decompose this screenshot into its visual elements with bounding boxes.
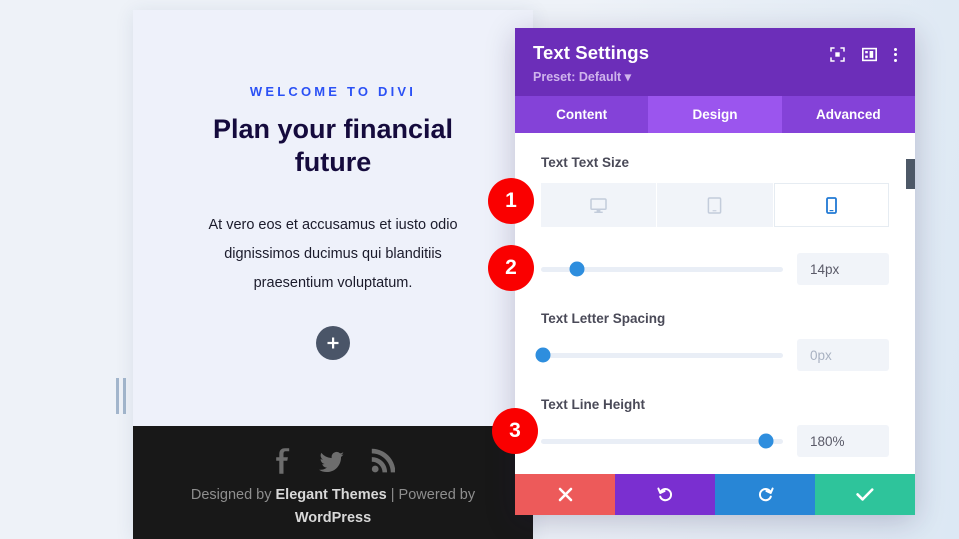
letter-spacing-slider-thumb[interactable] — [535, 347, 551, 363]
resize-handle[interactable] — [114, 378, 128, 414]
fullscreen-icon[interactable] — [830, 47, 845, 62]
line-height-slider[interactable] — [541, 433, 783, 449]
twitter-icon[interactable] — [319, 448, 345, 474]
hero-headline: Plan your financial future — [212, 114, 454, 177]
rss-icon[interactable] — [371, 448, 396, 474]
preset-label: Preset: Default — [533, 70, 622, 84]
annotation-badge-2: 2 — [488, 245, 534, 291]
modal-header: Text Settings Preset: Default ▾ — [515, 28, 915, 96]
letter-spacing-value-input[interactable]: 0px — [797, 339, 889, 371]
annotation-badge-1: 1 — [488, 178, 534, 224]
kebab-menu-icon[interactable] — [894, 47, 897, 62]
modal-action-bar — [515, 474, 915, 515]
device-phone-button[interactable] — [773, 183, 889, 227]
preset-selector[interactable]: Preset: Default ▾ — [533, 69, 649, 84]
facebook-icon[interactable] — [271, 448, 293, 474]
field-text-size-slider-row: 14px — [541, 253, 889, 285]
undo-icon — [656, 487, 672, 502]
cross-icon — [558, 487, 572, 502]
credit-brand-elegant-themes[interactable]: Elegant Themes — [276, 487, 387, 503]
line-height-slider-thumb[interactable] — [758, 433, 774, 449]
chevron-down-icon: ▾ — [624, 70, 631, 84]
add-module-button[interactable] — [316, 325, 350, 360]
page-preview-card: WELCOME TO DIVI Plan your financial futu… — [133, 10, 533, 539]
text-size-value-input[interactable]: 14px — [797, 253, 889, 285]
tab-advanced[interactable]: Advanced — [781, 96, 915, 133]
modal-tab-bar: Content Design Advanced — [515, 96, 915, 133]
redo-icon — [758, 487, 774, 502]
handle-bar-right — [123, 378, 126, 414]
panel-scrollbar-thumb[interactable] — [906, 159, 915, 189]
credit-middle: | Powered by — [386, 487, 476, 503]
tab-design[interactable]: Design — [648, 96, 782, 133]
modal-header-actions — [830, 42, 897, 62]
field-letter-spacing: Text Letter Spacing 0px — [535, 311, 889, 371]
field-label-text-size: Text Text Size — [541, 155, 630, 170]
plus-icon — [327, 337, 339, 349]
desktop-icon — [590, 197, 607, 213]
letter-spacing-slider[interactable] — [535, 347, 783, 363]
credit-brand-wordpress[interactable]: WordPress — [295, 510, 371, 526]
text-size-slider-thumb[interactable] — [569, 261, 585, 277]
tab-content[interactable]: Content — [515, 96, 649, 133]
field-line-height: Text Line Height 180% — [541, 397, 889, 457]
text-size-slider[interactable] — [541, 261, 783, 277]
device-tablet-button[interactable] — [657, 183, 773, 227]
field-label-line-height: Text Line Height — [541, 397, 646, 412]
letter-spacing-slider-row: 0px — [535, 339, 889, 371]
field-text-size: Text Text Size — [541, 155, 889, 227]
handle-bar-left — [116, 378, 119, 414]
line-height-slider-row: 180% — [541, 425, 889, 457]
redo-button[interactable] — [715, 474, 815, 515]
social-links — [133, 448, 533, 474]
hero-eyebrow: WELCOME TO DIVI — [249, 84, 417, 99]
modal-title: Text Settings — [533, 42, 650, 63]
layout-panel-icon[interactable] — [862, 47, 877, 62]
tablet-icon — [708, 196, 722, 214]
check-icon — [856, 488, 874, 501]
field-label-letter-spacing: Text Letter Spacing — [541, 311, 666, 326]
cancel-button[interactable] — [515, 474, 615, 515]
design-settings-panel: Text Text Size 14px Text Letter Spacing … — [515, 133, 915, 474]
undo-button[interactable] — [615, 474, 715, 515]
device-breakpoint-toggle — [541, 183, 889, 227]
hero-section: WELCOME TO DIVI Plan your financial futu… — [133, 10, 533, 426]
phone-icon — [825, 196, 837, 214]
footer-credit: Designed by Elegant Themes | Powered by … — [133, 484, 533, 531]
credit-prefix: Designed by — [190, 487, 276, 503]
text-size-slider-row: 14px — [541, 253, 889, 285]
save-button[interactable] — [815, 474, 915, 515]
modal-header-text: Text Settings Preset: Default ▾ — [533, 42, 649, 84]
annotation-badge-3: 3 — [492, 408, 538, 454]
device-desktop-button[interactable] — [541, 183, 657, 227]
line-height-value-input[interactable]: 180% — [797, 425, 889, 457]
hero-body-text: At vero eos et accusamus et iusto odio d… — [208, 216, 458, 291]
site-footer: Designed by Elegant Themes | Powered by … — [133, 426, 533, 539]
panel-scrollbar[interactable] — [906, 133, 915, 474]
text-settings-modal: Text Settings Preset: Default ▾ Content … — [515, 28, 915, 515]
